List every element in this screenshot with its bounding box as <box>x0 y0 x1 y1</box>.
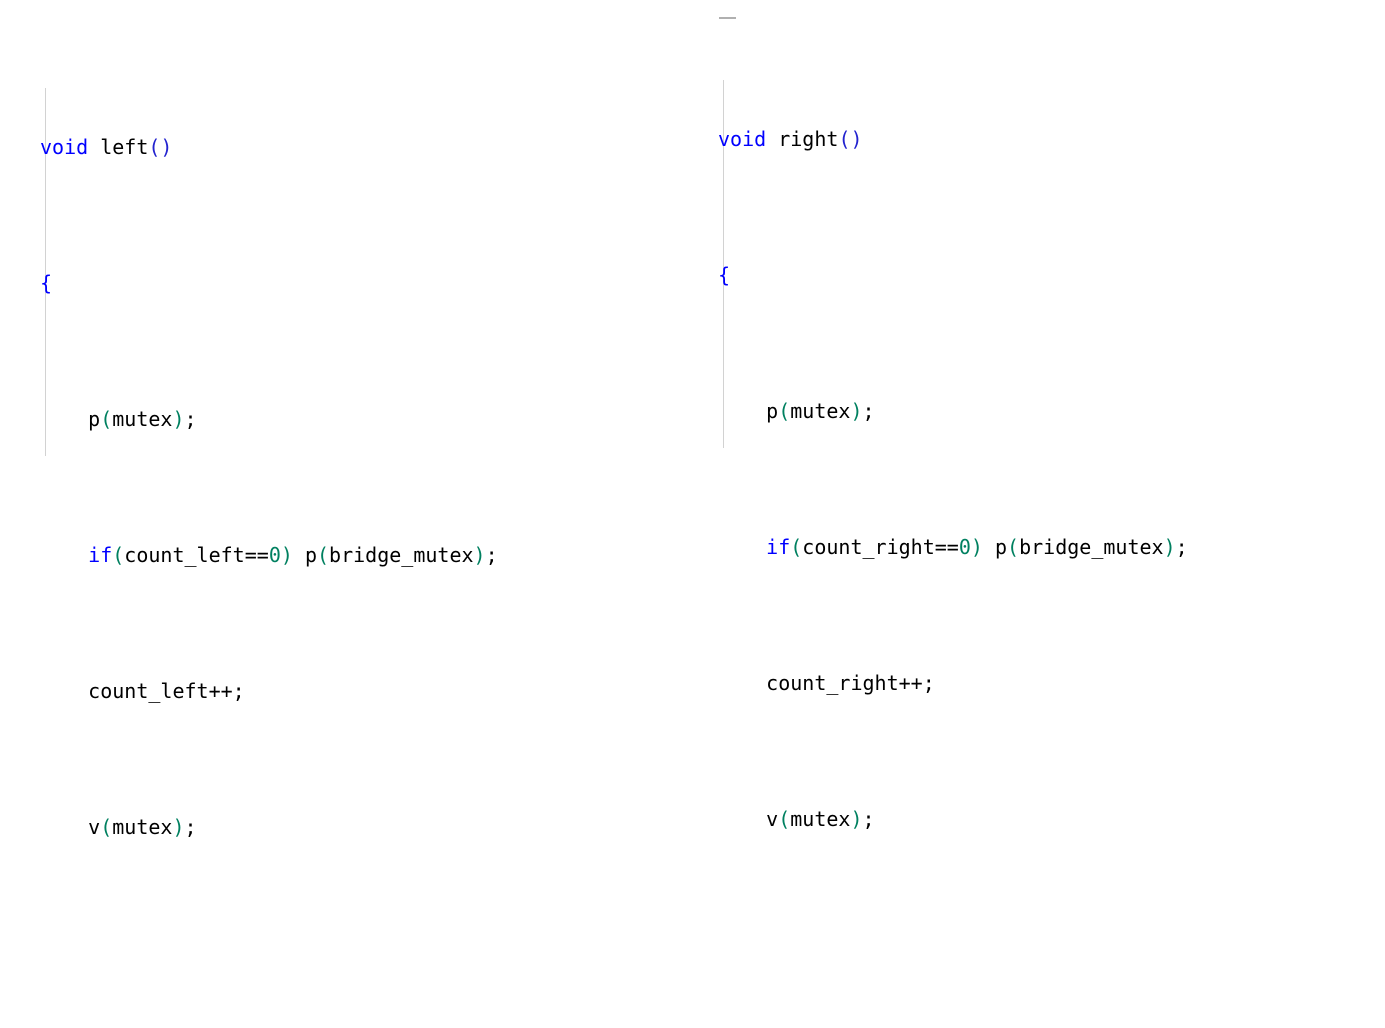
number-zero: 0 <box>268 543 281 567</box>
paren-open: ( <box>317 543 330 567</box>
code-line-increment[interactable]: count_left++; <box>40 674 498 708</box>
statement-count-left-increment: count_left++; <box>88 679 245 703</box>
function-name-left: left <box>100 135 149 159</box>
paren-close: ) <box>850 807 863 831</box>
paren-open: ( <box>778 399 791 423</box>
semicolon: ; <box>862 399 875 423</box>
code-block-right[interactable]: void right() { p(mutex); if(count_right=… <box>718 20 1188 1028</box>
code-line-if-enter[interactable]: if(count_right==0) p(bridge_mutex); <box>718 530 1188 564</box>
operator-equals: == <box>934 535 959 559</box>
var-count-left: count_left <box>124 543 245 567</box>
gap-spacer <box>293 543 305 567</box>
call-p: p <box>994 535 1008 559</box>
call-v: v <box>766 807 779 831</box>
call-v: v <box>88 815 101 839</box>
code-line-v-mutex-1[interactable]: v(mutex); <box>718 802 1188 836</box>
paren-close: ) <box>850 399 863 423</box>
call-p: p <box>304 543 317 567</box>
semicolon: ; <box>184 815 197 839</box>
semicolon: ; <box>1175 535 1188 559</box>
var-count-right: count_right <box>802 535 935 559</box>
paren-open: ( <box>778 807 791 831</box>
arg-bridge-mutex: bridge_mutex <box>329 543 474 567</box>
open-brace: { <box>718 263 731 287</box>
paren-close: ) <box>172 407 185 431</box>
declaration-parens: () <box>838 127 863 151</box>
call-p: p <box>88 407 101 431</box>
code-line-open-brace[interactable]: { <box>40 266 498 300</box>
arg-mutex: mutex <box>112 407 173 431</box>
code-line-v-mutex-1[interactable]: v(mutex); <box>40 810 498 844</box>
operator-equals: == <box>244 543 269 567</box>
code-line-increment[interactable]: count_right++; <box>718 666 1188 700</box>
paren-open: ( <box>100 815 113 839</box>
keyword-if: if <box>766 535 791 559</box>
paren-close: ) <box>280 543 293 567</box>
statement-count-right-increment: count_right++; <box>766 671 935 695</box>
arg-bridge-mutex: bridge_mutex <box>1019 535 1164 559</box>
function-name-right: right <box>778 127 839 151</box>
gap-spacer <box>983 535 995 559</box>
semicolon: ; <box>184 407 197 431</box>
code-line-open-brace[interactable]: { <box>718 258 1188 292</box>
paren-open: ( <box>1007 535 1020 559</box>
number-zero: 0 <box>958 535 971 559</box>
keyword-void: void <box>40 135 89 159</box>
paren-open: ( <box>100 407 113 431</box>
code-line-p-mutex-1[interactable]: p(mutex); <box>40 402 498 436</box>
signature-space <box>88 135 100 159</box>
arg-mutex: mutex <box>790 807 851 831</box>
arg-mutex: mutex <box>790 399 851 423</box>
semicolon: ; <box>485 543 498 567</box>
keyword-void: void <box>718 127 767 151</box>
paren-open: ( <box>112 543 125 567</box>
call-p: p <box>766 399 779 423</box>
keyword-if: if <box>88 543 113 567</box>
semicolon: ; <box>862 807 875 831</box>
collapsed-region-dash-icon <box>719 17 736 19</box>
code-block-left[interactable]: void left() { p(mutex); if(count_left==0… <box>40 28 498 1028</box>
declaration-parens: () <box>148 135 173 159</box>
paren-open: ( <box>790 535 803 559</box>
signature-space <box>766 127 778 151</box>
code-line-if-enter[interactable]: if(count_left==0) p(bridge_mutex); <box>40 538 498 572</box>
paren-close: ) <box>1163 535 1176 559</box>
paren-close: ) <box>172 815 185 839</box>
open-brace: { <box>40 271 53 295</box>
arg-mutex: mutex <box>112 815 173 839</box>
code-line-signature[interactable]: void left() <box>40 130 498 164</box>
code-line-signature[interactable]: void right() <box>718 122 1188 156</box>
code-line-p-mutex-1[interactable]: p(mutex); <box>718 394 1188 428</box>
paren-close: ) <box>970 535 983 559</box>
paren-close: ) <box>473 543 486 567</box>
